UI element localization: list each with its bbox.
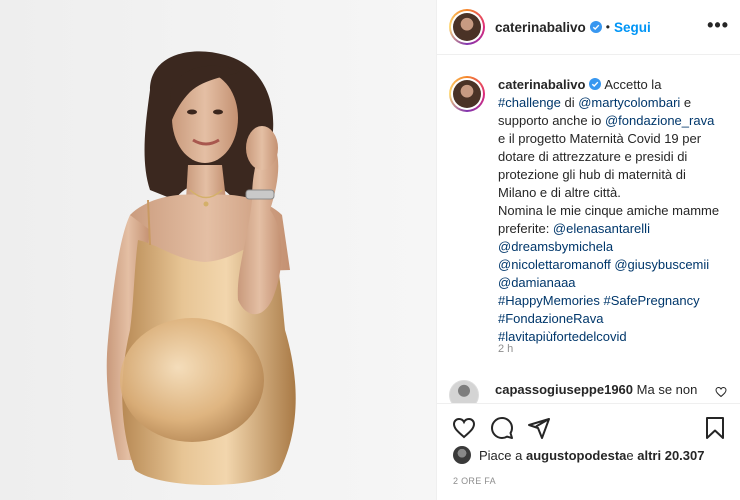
instagram-post: caterinabalivo • Segui ••• caterinabaliv… (0, 0, 740, 500)
comment-like-heart-icon[interactable] (715, 386, 727, 398)
caption-line: #FondazioneRava (498, 310, 733, 328)
comment-item: capassogiuseppe1960 Ma se non (449, 380, 733, 403)
verified-badge-icon (589, 21, 602, 33)
comment-username[interactable]: capassogiuseppe1960 (495, 382, 633, 397)
caption-text: caterinabalivo Accetto la #challenge di … (498, 76, 733, 346)
caption-text-segment: Accetto la (604, 77, 662, 92)
caption-line: caterinabalivo Accetto la (498, 76, 733, 94)
post-photo[interactable] (0, 0, 436, 500)
likes-summary: Piace a augustopodesta e altri 20.307 (453, 446, 704, 464)
caption-line: protezione gli hub di maternità di (498, 167, 686, 182)
liker-avatar[interactable] (453, 446, 471, 464)
caption-text-segment: supporto anche io (498, 113, 605, 128)
caption-avatar[interactable] (449, 76, 485, 112)
author-username[interactable]: caterinabalivo (495, 20, 586, 35)
caption-line: dotare di attrezzature e presidi di (498, 149, 688, 164)
verified-badge-icon (589, 78, 602, 90)
share-icon[interactable] (527, 416, 551, 440)
caption-line: #HappyMemories #SafePregnancy (498, 292, 733, 310)
separator-dot: • (605, 20, 610, 34)
comment-text: capassogiuseppe1960 Ma se non (495, 381, 697, 403)
post-header: caterinabalivo • Segui ••• (437, 0, 740, 55)
likes-count[interactable]: altri 20.307 (637, 448, 704, 463)
mention-link[interactable]: @martycolombari (578, 95, 680, 110)
author-avatar[interactable] (449, 9, 485, 45)
comment-icon[interactable] (490, 416, 514, 440)
post-actions-bar (437, 403, 740, 449)
heart-icon[interactable] (452, 416, 476, 440)
commenter-avatar[interactable] (449, 380, 479, 403)
caption-line: #lavitapiùfortedelcovid (498, 328, 733, 346)
caption-line: @damianaaa (498, 274, 733, 292)
mention-link[interactable]: @giusybuscemii (614, 257, 709, 272)
caption-timestamp[interactable]: 2 h (498, 343, 513, 355)
caption-line: Nomina le mie cinque amiche mamme (498, 203, 720, 218)
caption-line: e il progetto Maternità Covid 19 per (498, 131, 702, 146)
caption-line: preferite: @elenasantarelli (498, 220, 733, 238)
bookmark-icon[interactable] (703, 416, 727, 440)
caption-text-segment: e (680, 95, 692, 110)
hashtag-link[interactable]: #HappyMemories (498, 293, 600, 308)
mention-link[interactable]: @fondazione_rava (605, 113, 714, 128)
post-side-panel: caterinabalivo • Segui ••• caterinabaliv… (436, 0, 740, 500)
hashtag-link[interactable]: #SafePregnancy (604, 293, 700, 308)
mention-link[interactable]: @damianaaa (498, 275, 576, 290)
caption-line: @nicolettaromanoff @giusybuscemii (498, 256, 733, 274)
hashtag-link[interactable]: #FondazioneRava (498, 311, 604, 326)
caption-line: @dreamsbymichela (498, 238, 733, 256)
caption-line: Milano e di altre città. (498, 185, 621, 200)
caption-line: #challenge di @martycolombari e (498, 94, 733, 112)
liker-username[interactable]: augustopodesta (526, 448, 626, 463)
caption-text-segment: di (560, 95, 579, 110)
caption-username[interactable]: caterinabalivo (498, 77, 585, 92)
caption: caterinabalivo Accetto la #challenge di … (449, 76, 733, 346)
mention-link[interactable]: @dreamsbymichela (498, 239, 613, 254)
post-timestamp[interactable]: 2 ORE FA (453, 476, 496, 486)
comment-body: Ma se non (636, 382, 698, 397)
more-options-icon[interactable]: ••• (707, 16, 729, 34)
caption-line: supporto anche io @fondazione_rava (498, 112, 733, 130)
likes-middle: e (626, 447, 634, 463)
hashtag-link[interactable]: #lavitapiùfortedelcovid (498, 329, 627, 344)
mention-link[interactable]: @nicolettaromanoff (498, 257, 611, 272)
follow-button[interactable]: Segui (614, 20, 651, 35)
caption-scroll-area[interactable]: caterinabalivo Accetto la #challenge di … (437, 56, 740, 403)
hashtag-link[interactable]: #challenge (498, 95, 561, 110)
caption-text-segment: preferite: (498, 221, 553, 236)
mention-link[interactable]: @elenasantarelli (553, 221, 650, 236)
photo-illustration (106, 51, 296, 485)
likes-prefix: Piace a (479, 447, 523, 463)
